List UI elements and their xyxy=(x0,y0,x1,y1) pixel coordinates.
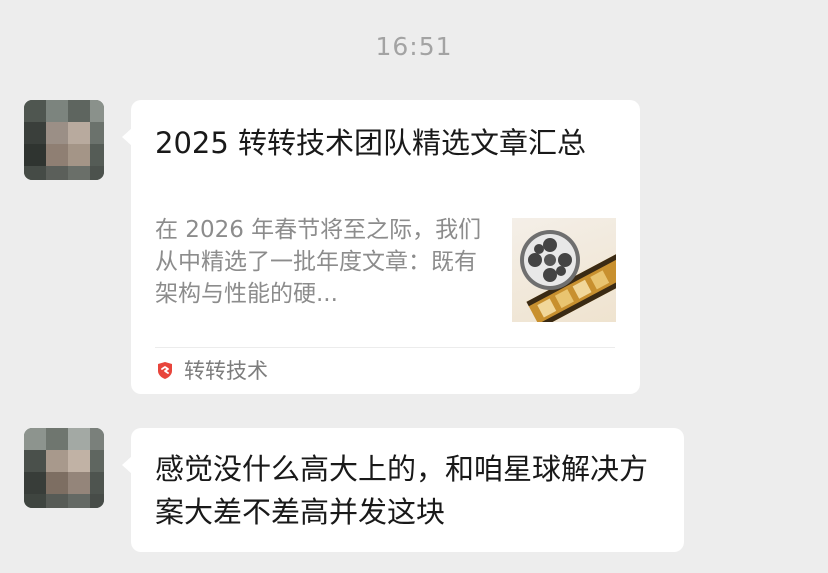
sender-avatar[interactable] xyxy=(24,428,104,508)
sender-avatar[interactable] xyxy=(24,100,104,180)
zhuanzhuan-logo-icon xyxy=(155,360,175,380)
article-description: 在 2026 年春节将至之际，我们从中精选了一批年度文章：既有架构与性能的硬..… xyxy=(155,217,482,307)
text-message-bubble[interactable]: 感觉没什么高大上的，和咱星球解决方案大差不差高并发这块 xyxy=(122,428,684,552)
message-timestamp: 16:51 xyxy=(375,32,453,61)
film-reel-icon xyxy=(512,218,616,322)
card-divider xyxy=(155,347,615,348)
message-text: 感觉没什么高大上的，和咱星球解决方案大差不差高并发这块 xyxy=(155,452,649,529)
article-source[interactable]: 转转技术 xyxy=(155,352,268,388)
source-name: 转转技术 xyxy=(184,359,268,383)
article-title: 2025 转转技术团队精选文章汇总 xyxy=(155,126,587,160)
article-card[interactable]: 2025 转转技术团队精选文章汇总 在 2026 年春节将至之际，我们从中精选了… xyxy=(122,100,640,394)
